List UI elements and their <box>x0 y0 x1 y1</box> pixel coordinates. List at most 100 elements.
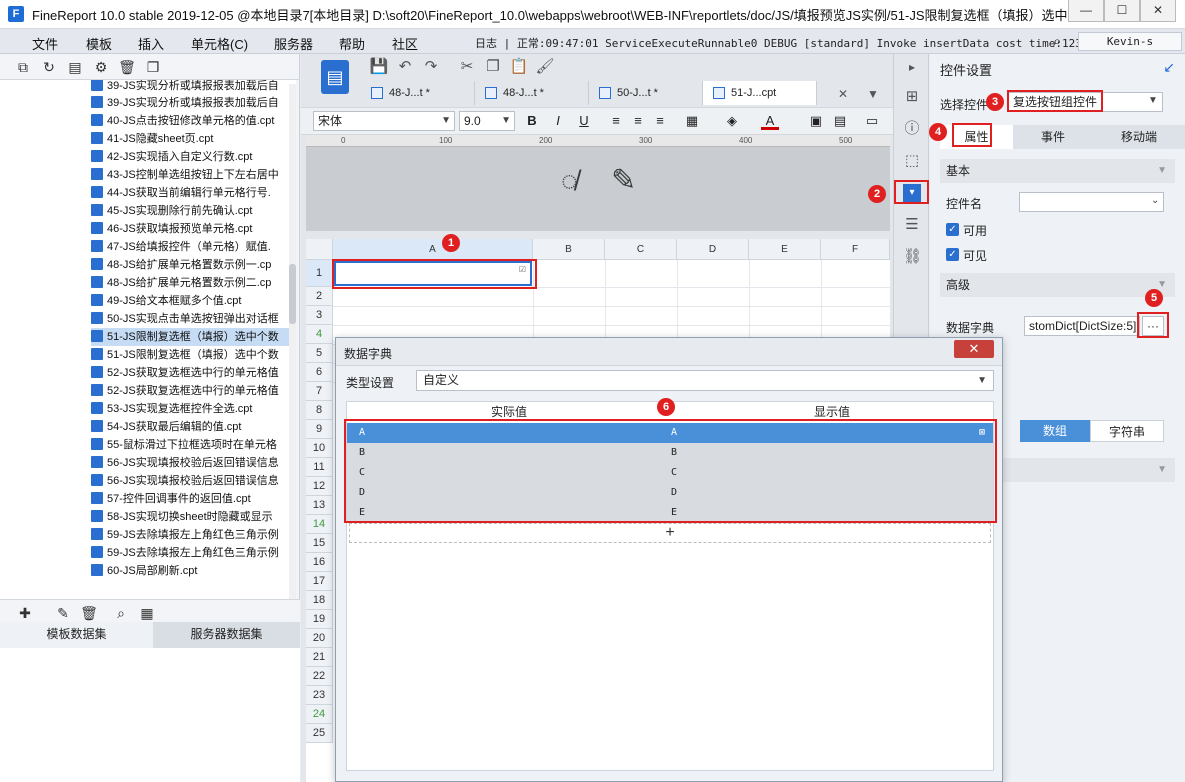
row-header[interactable]: 2 <box>306 287 333 306</box>
edit-dataset-icon[interactable]: ✎ <box>54 604 72 622</box>
row-header[interactable]: 5 <box>306 344 333 363</box>
file-item[interactable]: 60-JS局部刷新.cpt <box>91 562 291 580</box>
visible-checkbox[interactable]: ✓ <box>946 248 959 261</box>
row-header[interactable]: 21 <box>306 648 333 667</box>
row-header[interactable]: 12 <box>306 477 333 496</box>
doc-tab[interactable]: 50-J...t * <box>589 81 703 105</box>
row-header[interactable]: 13 <box>306 496 333 515</box>
refresh-icon[interactable]: ↻ <box>40 58 58 76</box>
hide-param-panel-icon[interactable]: ◌̸ <box>561 165 578 197</box>
format-painter-icon[interactable]: 🖌 <box>535 57 555 77</box>
row-header[interactable]: 19 <box>306 610 333 629</box>
file-item[interactable]: 44-JS获取当前编辑行单元格行号. <box>91 184 291 202</box>
align-right-icon[interactable]: ≡ <box>651 112 669 130</box>
cell-attribute-icon[interactable]: ⓘ <box>903 120 921 138</box>
border-icon[interactable]: ▦ <box>683 112 701 130</box>
bold-button[interactable]: B <box>523 112 541 130</box>
menu-help[interactable]: 帮助 <box>339 34 365 53</box>
file-list-scrollbar[interactable] <box>289 84 296 629</box>
row-header[interactable]: 18 <box>306 591 333 610</box>
copy-icon[interactable]: ❐ <box>144 58 162 76</box>
tab-events[interactable]: 事件 <box>1013 125 1093 149</box>
new-folder-icon[interactable]: ⧉ <box>14 58 32 76</box>
row-header[interactable]: 25 <box>306 724 333 743</box>
save-icon[interactable]: 💾 <box>369 57 389 77</box>
add-row-button[interactable]: + <box>349 523 991 543</box>
file-item[interactable]: 56-JS实现填报校验后返回错误信息 <box>91 472 291 490</box>
file-item[interactable]: 59-JS去除填报左上角红色三角示例 <box>91 544 291 562</box>
condition-attribute-icon[interactable]: ☰ <box>903 216 921 234</box>
redo-icon[interactable]: ↷ <box>421 57 441 77</box>
row-header[interactable]: 17 <box>306 572 333 591</box>
hyperlink-icon[interactable]: ⛓ <box>903 248 922 266</box>
column-header-f[interactable]: F <box>821 239 890 260</box>
edit-param-panel-icon[interactable]: ✎ <box>611 163 636 198</box>
user-account[interactable]: Kevin-s <box>1078 32 1182 51</box>
file-item[interactable]: 42-JS实现插入自定义行数.cpt <box>91 148 291 166</box>
row-header[interactable]: 15 <box>306 534 333 553</box>
file-item[interactable]: 53-JS实现复选框控件全选.cpt <box>91 400 291 418</box>
menu-file[interactable]: 文件 <box>32 34 58 53</box>
row-header[interactable]: 20 <box>306 629 333 648</box>
align-center-icon[interactable]: ≡ <box>629 112 647 130</box>
file-item[interactable]: 59-JS去除填报左上角红色三角示例 <box>91 526 291 544</box>
return-type-array[interactable]: 数组 <box>1020 420 1090 442</box>
view-icon[interactable]: ▤ <box>66 58 84 76</box>
close-tab-icon[interactable]: ✕ <box>833 84 853 104</box>
file-item[interactable]: 48-JS给扩展单元格置数示例二.cp <box>91 274 291 292</box>
select-all-corner[interactable] <box>306 239 333 260</box>
column-header-e[interactable]: E <box>749 239 821 260</box>
minimize-button[interactable]: — <box>1068 0 1104 22</box>
delete-dataset-icon[interactable]: 🗑 <box>80 604 98 622</box>
row-header[interactable]: 11 <box>306 458 333 477</box>
doc-tab-active[interactable]: 51-J...cpt <box>703 81 817 105</box>
section-advanced[interactable]: 高级 ▼ <box>940 273 1175 297</box>
row-header[interactable]: 24 <box>306 705 333 724</box>
dialog-close-button[interactable]: ✕ <box>954 340 994 358</box>
file-item[interactable]: 55-鼠标滑过下拉框选项时在单元格 <box>91 436 291 454</box>
chevron-down-icon[interactable]: ⌄ <box>1151 195 1159 206</box>
file-item-selected[interactable]: 51-JS限制复选框（填报）选中个数 <box>91 328 291 346</box>
row-header[interactable]: 7 <box>306 382 333 401</box>
file-item[interactable]: 48-JS给扩展单元格置数示例一.cp <box>91 256 291 274</box>
collapse-arrow-icon[interactable]: ▸ <box>903 58 921 76</box>
pin-icon[interactable]: ↙ <box>1163 59 1175 76</box>
row-header[interactable]: 22 <box>306 667 333 686</box>
file-item[interactable]: 47-JS给填报控件（单元格）赋值. <box>91 238 291 256</box>
align-left-icon[interactable]: ≡ <box>607 112 625 130</box>
file-item[interactable]: 41-JS隐藏sheet页.cpt <box>91 130 291 148</box>
row-header[interactable]: 6 <box>306 363 333 382</box>
file-item[interactable]: 45-JS实现删除行前先确认.cpt <box>91 202 291 220</box>
file-item[interactable]: 51-JS限制复选框（填报）选中个数 <box>91 346 291 364</box>
menu-community[interactable]: 社区 <box>392 34 418 53</box>
menu-template[interactable]: 模板 <box>86 34 112 53</box>
file-item[interactable]: 52-JS获取复选框选中行的单元格值 <box>91 364 291 382</box>
row-header[interactable]: 3 <box>306 306 333 325</box>
column-header-a[interactable]: A <box>333 239 533 260</box>
close-window-button[interactable]: ✕ <box>1140 0 1176 22</box>
underline-button[interactable]: U <box>575 112 593 130</box>
file-item[interactable]: 57-控件回调事件的返回值.cpt <box>91 490 291 508</box>
return-type-string[interactable]: 字符串 <box>1090 420 1164 442</box>
column-header-b[interactable]: B <box>533 239 605 260</box>
file-item[interactable]: 49-JS给文本框赋多个值.cpt <box>91 292 291 310</box>
undo-icon[interactable]: ↶ <box>395 57 415 77</box>
italic-button[interactable]: I <box>549 112 567 130</box>
settings-icon[interactable]: ⚙ <box>92 58 110 76</box>
font-color-icon[interactable]: A <box>761 112 779 130</box>
more-icon[interactable]: ▭ <box>863 112 881 130</box>
tab-mobile[interactable]: 移动端 <box>1093 125 1185 149</box>
row-header[interactable]: 23 <box>306 686 333 705</box>
file-item[interactable]: 58-JS实现切换sheet时隐藏或显示 <box>91 508 291 526</box>
param-panel-canvas[interactable]: 0 100 200 300 400 500 ◌̸ ✎ <box>306 135 890 231</box>
cut-icon[interactable]: ✂ <box>457 57 477 77</box>
file-item[interactable]: 52-JS获取复选框选中行的单元格值 <box>91 382 291 400</box>
row-header[interactable]: 4 <box>306 325 333 344</box>
file-item[interactable]: 39-JS实现分析或填报报表加载后自 <box>91 80 291 95</box>
font-size-select[interactable]: 9.0 ▼ <box>459 111 515 131</box>
delete-icon[interactable]: 🗑 <box>118 58 136 76</box>
fill-color-icon[interactable]: ◈ <box>723 112 741 130</box>
file-item[interactable]: 39-JS实现分析或填报报表加载后自 <box>91 94 291 112</box>
row-header[interactable]: 8 <box>306 401 333 420</box>
file-item[interactable]: 50-JS实现点击单选按钮弹出对话框 <box>91 310 291 328</box>
